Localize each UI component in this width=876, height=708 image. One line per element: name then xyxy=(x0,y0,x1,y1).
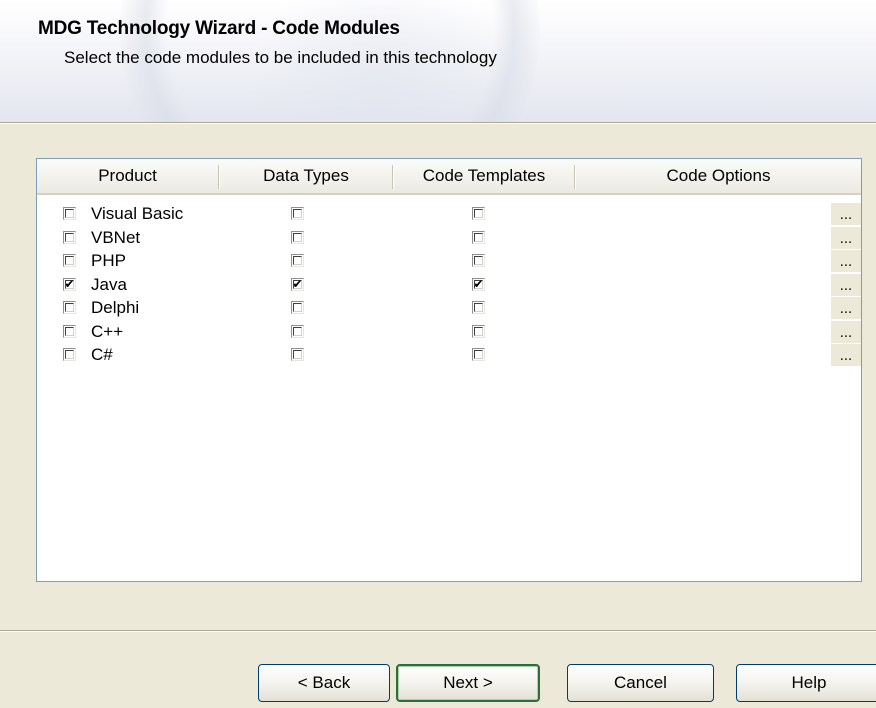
page-subtitle: Select the code modules to be included i… xyxy=(64,48,497,67)
product-label: VBNet xyxy=(91,227,141,247)
data-types-checkbox[interactable] xyxy=(291,324,304,338)
checkbox-frame xyxy=(293,209,302,218)
code-templates-checkbox[interactable] xyxy=(472,301,485,314)
grid-header: Product Data Types Code Templates Code O… xyxy=(37,159,861,195)
data-types-checkbox[interactable]: ✔ xyxy=(291,276,304,291)
code-options-button[interactable]: ... xyxy=(831,273,861,296)
page-title: MDG Technology Wizard - Code Modules xyxy=(38,18,400,39)
data-types-checkbox[interactable] xyxy=(291,348,304,361)
cancel-button[interactable]: Cancel xyxy=(567,664,714,702)
checkbox-frame xyxy=(293,350,302,359)
product-checkbox[interactable] xyxy=(63,348,76,361)
code-modules-grid: Product Data Types Code Templates Code O… xyxy=(36,158,862,582)
product-label: Visual Basic xyxy=(91,204,184,223)
table-row: ✔ Java ✔ ✔... xyxy=(37,273,861,297)
product-checkbox[interactable] xyxy=(63,324,76,338)
checkbox-frame xyxy=(474,326,483,336)
column-header-code-options[interactable]: Code Options xyxy=(576,159,861,193)
footer-divider-highlight xyxy=(0,631,876,632)
checkbox-frame xyxy=(293,303,302,312)
checkbox-frame xyxy=(293,232,302,242)
checkbox-frame xyxy=(474,232,483,242)
checkbox-frame xyxy=(65,326,74,336)
table-row: C++... xyxy=(37,320,861,344)
checkbox-frame xyxy=(65,232,74,242)
checkmark-icon: ✔ xyxy=(473,276,484,291)
product-checkbox[interactable] xyxy=(63,254,76,267)
checkbox-frame xyxy=(474,209,483,218)
checkbox-frame xyxy=(293,256,302,265)
code-options-button[interactable]: ... xyxy=(831,226,861,249)
table-row: VBNet... xyxy=(37,226,861,250)
code-templates-checkbox[interactable]: ✔ xyxy=(472,276,485,291)
checkbox-frame xyxy=(474,303,483,312)
data-types-checkbox[interactable] xyxy=(291,301,304,314)
code-options-button[interactable]: ... xyxy=(831,344,861,366)
table-row: C#... xyxy=(37,344,861,367)
checkbox-frame xyxy=(474,350,483,359)
table-row: Delphi... xyxy=(37,297,861,320)
code-options-button[interactable]: ... xyxy=(831,250,861,272)
product-label: C++ xyxy=(91,321,124,341)
product-label: PHP xyxy=(91,251,126,270)
checkbox-frame xyxy=(65,303,74,312)
code-options-button[interactable]: ... xyxy=(831,320,861,343)
code-options-button[interactable]: ... xyxy=(831,297,861,319)
product-checkbox[interactable] xyxy=(63,230,76,244)
data-types-checkbox[interactable] xyxy=(291,230,304,244)
code-options-button[interactable]: ... xyxy=(831,203,861,225)
table-row: PHP... xyxy=(37,250,861,273)
product-checkbox[interactable] xyxy=(63,207,76,220)
checkbox-frame xyxy=(65,350,74,359)
checkmark-icon: ✔ xyxy=(64,276,75,291)
product-label: Delphi xyxy=(91,298,140,317)
code-templates-checkbox[interactable] xyxy=(472,230,485,244)
code-templates-checkbox[interactable] xyxy=(472,324,485,338)
help-button[interactable]: Help xyxy=(736,664,876,702)
code-templates-checkbox[interactable] xyxy=(472,254,485,267)
checkbox-frame xyxy=(293,326,302,336)
checkbox-frame xyxy=(65,209,74,218)
checkmark-icon: ✔ xyxy=(292,276,303,291)
table-row: Visual Basic... xyxy=(37,203,861,226)
header-divider-highlight xyxy=(0,123,876,124)
column-header-data-types[interactable]: Data Types xyxy=(220,159,392,193)
column-header-product[interactable]: Product xyxy=(37,159,218,193)
product-label: C# xyxy=(91,345,113,364)
next-button[interactable]: Next > xyxy=(396,664,540,702)
code-templates-checkbox[interactable] xyxy=(472,348,485,361)
checkbox-frame xyxy=(474,256,483,265)
product-checkbox[interactable]: ✔ xyxy=(63,276,76,291)
wizard-header: MDG Technology Wizard - Code Modules Sel… xyxy=(0,0,876,122)
column-header-code-templates[interactable]: Code Templates xyxy=(394,159,574,193)
product-label: Java xyxy=(91,274,127,294)
data-types-checkbox[interactable] xyxy=(291,254,304,267)
checkbox-frame xyxy=(65,256,74,265)
product-checkbox[interactable] xyxy=(63,301,76,314)
back-button[interactable]: < Back xyxy=(258,664,390,702)
data-types-checkbox[interactable] xyxy=(291,207,304,220)
code-templates-checkbox[interactable] xyxy=(472,207,485,220)
